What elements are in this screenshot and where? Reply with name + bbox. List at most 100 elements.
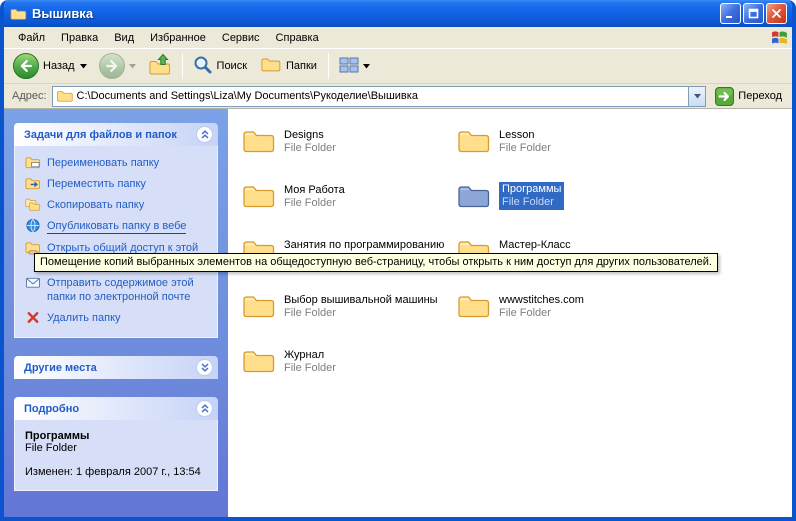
copy-icon bbox=[25, 197, 41, 212]
search-icon bbox=[193, 55, 213, 78]
file-tasks-list: Переименовать папку Переместить папку Скоп… bbox=[14, 146, 218, 338]
details-section: Подробно Программы File Folder Изменен: … bbox=[14, 397, 218, 491]
menu-edit[interactable]: Правка bbox=[53, 29, 106, 47]
folder-type: File Folder bbox=[284, 142, 336, 155]
menu-view[interactable]: Вид bbox=[106, 29, 142, 47]
details-item-modified: Изменен: 1 февраля 2007 г., 13:54 bbox=[25, 466, 209, 478]
folder-name: wwwstitches.com bbox=[499, 294, 584, 307]
task-link-rename[interactable]: Переименовать папку bbox=[25, 156, 209, 170]
folder-type: File Folder bbox=[499, 307, 584, 320]
folder-type: File Folder bbox=[284, 307, 438, 320]
go-label: Переход bbox=[738, 90, 782, 102]
address-bar: Адрес: Переход bbox=[4, 84, 792, 109]
toolbar: Назад bbox=[4, 49, 792, 84]
minimize-icon bbox=[725, 8, 736, 19]
maximize-button[interactable] bbox=[743, 3, 764, 24]
file-list-area: DesignsFile Folder LessonFile Folder Моя… bbox=[228, 109, 792, 517]
menu-file[interactable]: Файл bbox=[10, 29, 53, 47]
explorer-window: Вышивка Файл Правка Вид Избранное Сервис… bbox=[0, 0, 796, 521]
forward-dropdown-icon[interactable] bbox=[129, 64, 136, 69]
folder-icon bbox=[457, 292, 491, 320]
views-button[interactable] bbox=[334, 55, 375, 78]
folder-icon bbox=[242, 182, 276, 210]
task-label: Опубликовать папку в вебе bbox=[47, 219, 186, 234]
menu-favorites[interactable]: Избранное bbox=[142, 29, 214, 47]
folder-name: Designs bbox=[284, 129, 336, 142]
folder-tile[interactable]: wwwstitches.comFile Folder bbox=[457, 292, 667, 347]
task-link-move[interactable]: Переместить папку bbox=[25, 177, 209, 191]
details-body: Программы File Folder Изменен: 1 февраля… bbox=[14, 420, 218, 491]
task-label: Отправить содержимое этой папки по элект… bbox=[47, 276, 209, 304]
folder-tile-text: wwwstitches.comFile Folder bbox=[499, 292, 584, 320]
details-header[interactable]: Подробно bbox=[14, 397, 218, 420]
task-link-delete[interactable]: Удалить папку bbox=[25, 311, 209, 325]
folder-icon bbox=[457, 127, 491, 155]
folder-name: Мастер-Класс bbox=[499, 239, 571, 252]
folders-button[interactable]: Папки bbox=[255, 54, 323, 78]
go-button[interactable]: Переход bbox=[711, 86, 786, 107]
expand-button[interactable] bbox=[196, 359, 213, 376]
folders-icon bbox=[260, 56, 282, 76]
chevron-down-icon bbox=[694, 94, 701, 99]
collapse-button[interactable] bbox=[196, 126, 213, 143]
views-dropdown-icon[interactable] bbox=[363, 64, 370, 69]
folder-tile-text: LessonFile Folder bbox=[499, 127, 551, 155]
folder-type: File Folder bbox=[499, 142, 551, 155]
folder-tile[interactable]: LessonFile Folder bbox=[457, 127, 667, 182]
address-input[interactable] bbox=[74, 88, 689, 105]
folder-name: Выбор вышивальной машины bbox=[284, 294, 438, 307]
views-icon bbox=[339, 57, 359, 76]
folder-tile[interactable]: ПрограммыFile Folder bbox=[457, 182, 667, 237]
collapse-button[interactable] bbox=[196, 400, 213, 417]
close-icon bbox=[771, 8, 782, 19]
menu-tools[interactable]: Сервис bbox=[214, 29, 268, 47]
address-combo[interactable] bbox=[52, 86, 707, 107]
folder-icon bbox=[242, 127, 276, 155]
close-button[interactable] bbox=[766, 3, 787, 24]
folder-icon bbox=[242, 347, 276, 375]
folder-type: File Folder bbox=[502, 196, 561, 209]
toolbar-separator bbox=[182, 53, 183, 79]
details-title: Подробно bbox=[24, 403, 79, 415]
folder-type: File Folder bbox=[284, 197, 345, 210]
task-label: Удалить папку bbox=[47, 311, 121, 325]
folder-name: Журнал bbox=[284, 349, 336, 362]
folder-tile-text: DesignsFile Folder bbox=[284, 127, 336, 155]
folder-type: File Folder bbox=[284, 362, 336, 375]
details-item-name: Программы bbox=[25, 430, 209, 442]
email-icon bbox=[25, 275, 41, 290]
back-button[interactable]: Назад bbox=[8, 51, 92, 81]
back-arrow-icon bbox=[13, 53, 39, 79]
file-tasks-header[interactable]: Задачи для файлов и папок bbox=[14, 123, 218, 146]
task-label: Переименовать папку bbox=[47, 156, 159, 170]
task-pane: Задачи для файлов и папок Переименовать … bbox=[4, 109, 228, 517]
forward-arrow-icon bbox=[99, 53, 125, 79]
folder-tile[interactable]: DesignsFile Folder bbox=[242, 127, 452, 182]
other-places-header[interactable]: Другие места bbox=[14, 356, 218, 379]
task-link-email[interactable]: Отправить содержимое этой папки по элект… bbox=[25, 276, 209, 304]
folder-icon bbox=[457, 182, 491, 210]
folder-name: Lesson bbox=[499, 129, 551, 142]
back-dropdown-icon[interactable] bbox=[80, 64, 87, 69]
folder-tile-text: ЖурналFile Folder bbox=[284, 347, 336, 375]
address-folder-icon bbox=[56, 89, 74, 103]
window-folder-icon bbox=[10, 7, 27, 21]
forward-button[interactable] bbox=[94, 51, 141, 81]
file-tasks-title: Задачи для файлов и папок bbox=[24, 129, 177, 141]
task-label: Переместить папку bbox=[47, 177, 146, 191]
folder-name: Программы bbox=[502, 183, 561, 196]
search-button[interactable]: Поиск bbox=[188, 53, 253, 80]
folder-tile[interactable]: Моя РаботаFile Folder bbox=[242, 182, 452, 237]
folder-tile[interactable]: Выбор вышивальной машиныFile Folder bbox=[242, 292, 452, 347]
chevron-down-icon bbox=[200, 363, 210, 372]
publish-icon bbox=[25, 218, 41, 233]
folder-up-icon bbox=[148, 53, 172, 79]
minimize-button[interactable] bbox=[720, 3, 741, 24]
rename-icon bbox=[25, 155, 41, 170]
menu-help[interactable]: Справка bbox=[268, 29, 327, 47]
address-dropdown-button[interactable] bbox=[688, 87, 705, 106]
task-link-publish[interactable]: Опубликовать папку в вебе bbox=[25, 219, 209, 234]
task-link-copy[interactable]: Скопировать папку bbox=[25, 198, 209, 212]
folder-tile[interactable]: ЖурналFile Folder bbox=[242, 347, 452, 402]
up-button[interactable] bbox=[143, 51, 177, 81]
